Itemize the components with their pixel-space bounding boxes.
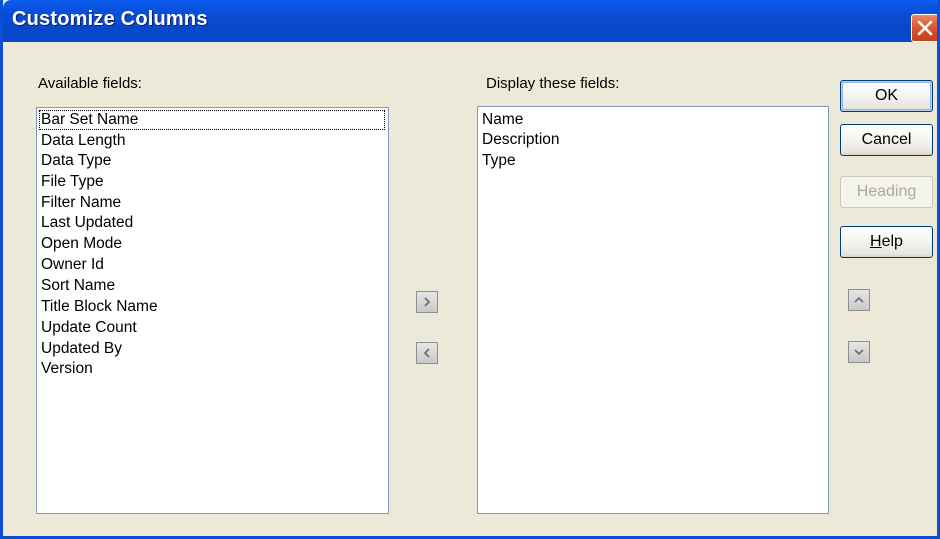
move-down-button[interactable] (848, 341, 870, 363)
window-title: Customize Columns (12, 8, 208, 30)
chevron-up-icon (854, 296, 864, 303)
ok-button[interactable]: OK (840, 80, 933, 112)
list-item[interactable]: Version (41, 359, 93, 379)
list-item[interactable]: Description (482, 130, 560, 150)
add-field-button[interactable] (416, 291, 438, 313)
help-label-rest: elp (881, 233, 903, 250)
customize-columns-dialog: Customize Columns Available fields: Bar … (0, 0, 940, 539)
list-item[interactable]: Bar Set Name (39, 110, 385, 130)
list-item[interactable]: Update Count (41, 318, 137, 338)
chevron-left-icon (423, 348, 430, 358)
available-fields-label: Available fields: (38, 75, 142, 92)
remove-field-button[interactable] (416, 342, 438, 364)
list-item[interactable]: Data Type (41, 151, 111, 171)
close-icon (917, 20, 933, 36)
heading-button[interactable]: Heading (840, 176, 933, 208)
list-item[interactable]: Type (482, 151, 516, 171)
chevron-right-icon (424, 297, 431, 307)
list-item[interactable]: Name (482, 110, 523, 130)
list-item[interactable]: Title Block Name (41, 297, 158, 317)
cancel-button[interactable]: Cancel (840, 124, 933, 156)
list-item[interactable]: Open Mode (41, 234, 122, 254)
help-mnemonic: H (870, 233, 882, 250)
list-item[interactable]: Owner Id (41, 255, 104, 275)
help-button[interactable]: Help (840, 226, 933, 258)
list-item[interactable]: File Type (41, 172, 104, 192)
available-fields-list[interactable]: Bar Set Name Data Length Data Type File … (36, 107, 389, 514)
display-fields-list[interactable]: Name Description Type (477, 106, 829, 514)
list-item[interactable]: Last Updated (41, 213, 133, 233)
display-fields-label: Display these fields: (486, 75, 620, 92)
list-item[interactable]: Data Length (41, 131, 125, 151)
move-up-button[interactable] (848, 289, 870, 311)
list-item[interactable]: Updated By (41, 339, 122, 359)
title-bar[interactable]: Customize Columns (3, 0, 937, 42)
list-item[interactable]: Sort Name (41, 276, 115, 296)
chevron-down-icon (854, 349, 864, 356)
close-button[interactable] (911, 14, 937, 42)
list-item[interactable]: Filter Name (41, 193, 121, 213)
